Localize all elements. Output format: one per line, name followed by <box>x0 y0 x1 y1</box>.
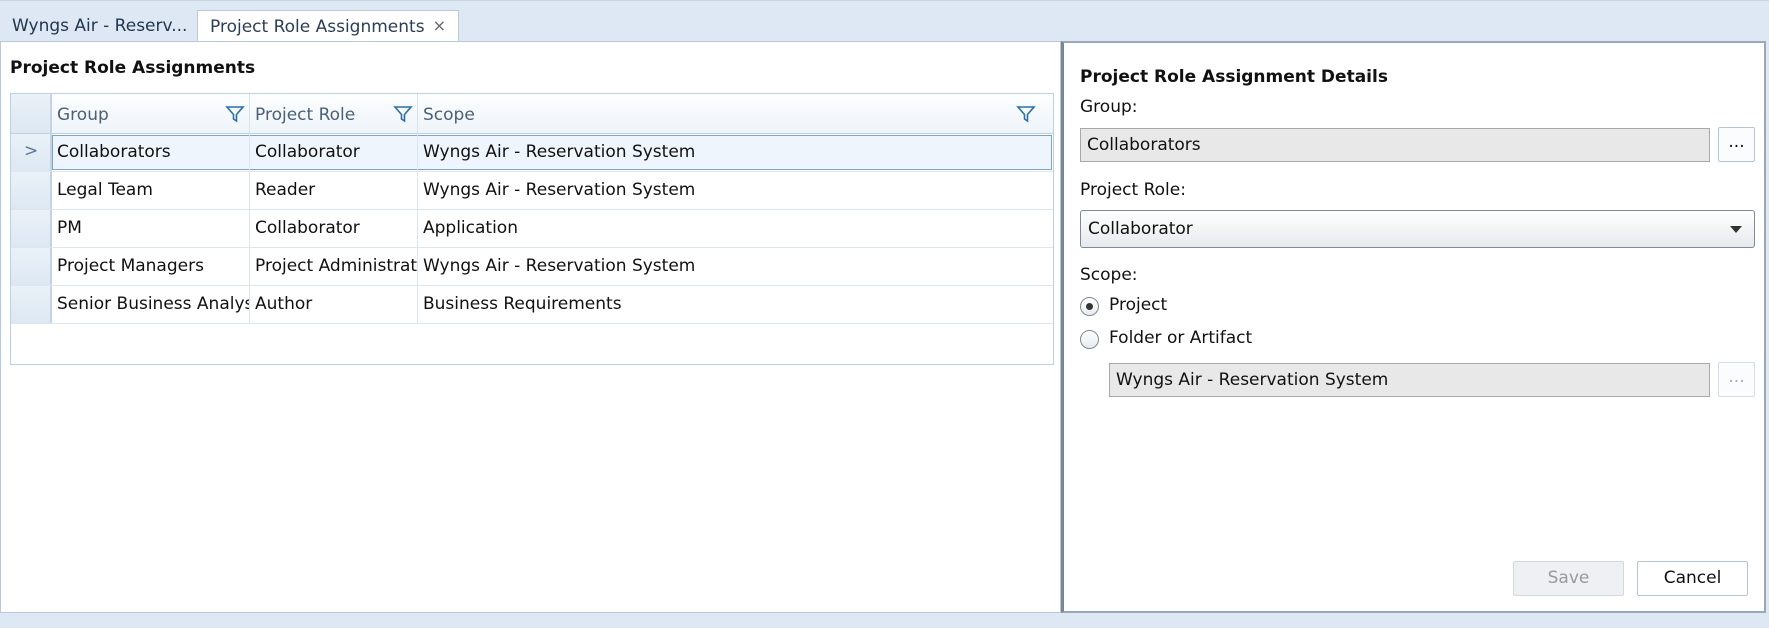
cell-scope[interactable]: Application <box>418 210 1054 248</box>
cell-project-role[interactable]: Reader <box>250 172 418 210</box>
project-role-value: Collaborator <box>1088 219 1193 239</box>
folder-browse-button[interactable]: ... <box>1718 362 1755 397</box>
cell-scope[interactable]: Wyngs Air - Reservation System <box>418 248 1054 286</box>
cell-group[interactable]: Collaborators <box>52 134 250 172</box>
project-role-select[interactable]: Collaborator <box>1080 210 1755 248</box>
cell-project-role[interactable]: Collaborator <box>250 134 418 172</box>
tab-label: Wyngs Air - Reserv... <box>12 16 188 36</box>
column-header-project-role[interactable]: Project Role <box>250 94 418 134</box>
cell-project-role[interactable]: Author <box>250 286 418 324</box>
row-indicator[interactable] <box>11 248 52 285</box>
details-title: Project Role Assignment Details <box>1080 67 1388 87</box>
cell-group[interactable]: Legal Team <box>52 172 250 210</box>
cell-project-role[interactable]: Collaborator <box>250 210 418 248</box>
radio-selected-dot <box>1086 303 1093 310</box>
group-browse-button[interactable]: ... <box>1718 127 1755 162</box>
cell-scope[interactable]: Wyngs Air - Reservation System <box>418 134 1054 172</box>
column-header-label: Project Role <box>255 105 356 125</box>
cell-group[interactable]: PM <box>52 210 250 248</box>
radio-label: Project <box>1109 295 1168 315</box>
header-indicator <box>11 94 52 133</box>
column-header-group[interactable]: Group <box>52 94 250 134</box>
save-button[interactable]: Save <box>1513 561 1624 596</box>
assignments-panel: Project Role Assignments Group Project R… <box>0 41 1061 613</box>
cell-project-role[interactable]: Project Administrator <box>250 248 418 286</box>
close-icon[interactable]: × <box>433 16 446 35</box>
radio-button-project[interactable] <box>1080 297 1099 316</box>
row-indicator[interactable] <box>11 172 52 209</box>
column-header-scope[interactable]: Scope <box>418 94 1054 134</box>
details-panel: Project Role Assignment Details Group: C… <box>1061 41 1766 613</box>
group-field[interactable]: Collaborators <box>1080 128 1710 162</box>
radio-label: Folder or Artifact <box>1109 328 1253 348</box>
panel-title: Project Role Assignments <box>10 58 256 78</box>
grid-header: Group Project Role Scope <box>11 94 1053 134</box>
column-header-label: Group <box>57 105 109 125</box>
row-indicator[interactable]: > <box>11 134 52 171</box>
tab-project-role-assignments[interactable]: Project Role Assignments × <box>197 10 459 43</box>
status-strip <box>0 613 1769 628</box>
row-indicator[interactable] <box>11 210 52 247</box>
tab-label: Project Role Assignments <box>210 17 425 37</box>
cancel-button[interactable]: Cancel <box>1637 561 1748 596</box>
tab-strip: Wyngs Air - Reserv... Project Role Assig… <box>0 0 1769 43</box>
table-row[interactable]: Legal Team Reader Wyngs Air - Reservatio… <box>11 172 1053 210</box>
filter-icon[interactable] <box>1016 104 1036 124</box>
row-indicator[interactable] <box>11 286 52 323</box>
table-row[interactable]: Senior Business Analysists Author Busine… <box>11 286 1053 324</box>
cell-group[interactable]: Project Managers <box>52 248 250 286</box>
table-row[interactable]: PM Collaborator Application <box>11 210 1053 248</box>
tab-wyngs-air[interactable]: Wyngs Air - Reserv... <box>0 10 196 43</box>
project-role-label: Project Role: <box>1080 180 1186 200</box>
filter-icon[interactable] <box>393 104 413 124</box>
cell-scope[interactable]: Business Requirements <box>418 286 1054 324</box>
group-label: Group: <box>1080 97 1138 117</box>
folder-field[interactable]: Wyngs Air - Reservation System <box>1109 363 1710 397</box>
table-row[interactable]: Project Managers Project Administrator W… <box>11 248 1053 286</box>
table-row[interactable]: > Collaborators Collaborator Wyngs Air -… <box>11 134 1053 172</box>
assignments-grid: Group Project Role Scope > Collaborators… <box>10 93 1054 365</box>
current-row-arrow-icon: > <box>24 141 39 161</box>
filter-icon[interactable] <box>225 104 245 124</box>
chevron-down-icon[interactable] <box>1730 226 1742 233</box>
column-header-label: Scope <box>423 105 475 125</box>
radio-button-folder-or-artifact[interactable] <box>1080 330 1099 349</box>
scope-label: Scope: <box>1080 265 1138 285</box>
cell-scope[interactable]: Wyngs Air - Reservation System <box>418 172 1054 210</box>
cell-group[interactable]: Senior Business Analysists <box>52 286 250 324</box>
